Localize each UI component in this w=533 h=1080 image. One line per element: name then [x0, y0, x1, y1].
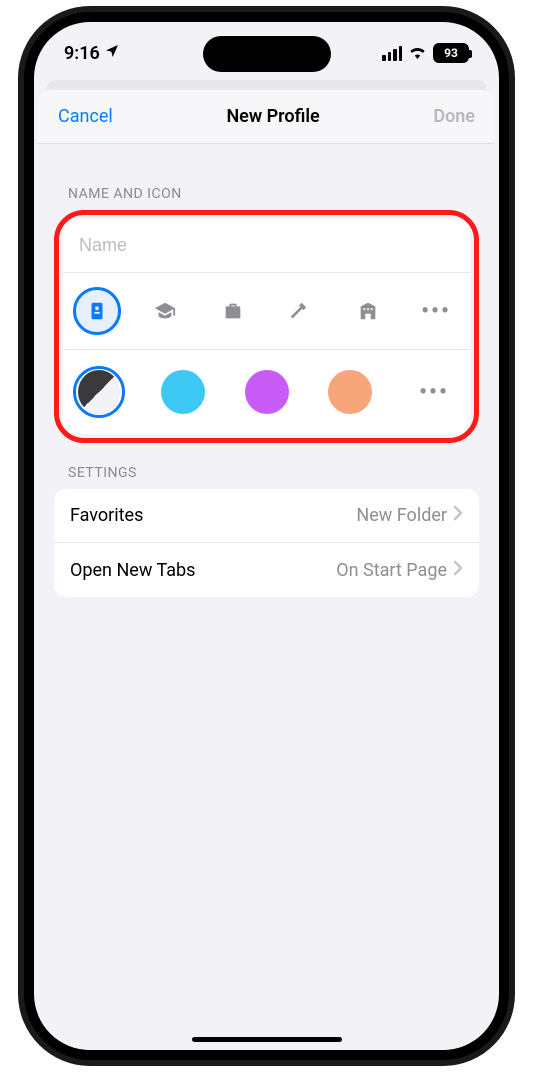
icon-option-building[interactable] [344, 287, 392, 335]
favorites-label: Favorites [70, 505, 143, 526]
section-header-name-icon: NAME AND ICON [54, 164, 479, 210]
location-icon [104, 43, 120, 64]
cellular-icon [382, 46, 402, 61]
color-option-blackwhite[interactable] [73, 366, 125, 418]
chevron-right-icon [453, 505, 463, 526]
annotation-highlight: ••• [54, 210, 479, 443]
sheet-backdrop [46, 80, 487, 90]
open-new-tabs-row[interactable]: Open New Tabs On Start Page [54, 543, 479, 597]
icon-option-hammer[interactable] [276, 287, 324, 335]
done-button[interactable]: Done [433, 106, 475, 127]
profile-name-input[interactable] [79, 235, 454, 256]
icon-more-button[interactable]: ••• [412, 287, 460, 335]
color-more-button[interactable]: ••• [408, 366, 460, 418]
battery-icon: 93 [433, 43, 469, 63]
favorites-row[interactable]: Favorites New Folder [54, 489, 479, 543]
wifi-icon [408, 43, 427, 64]
color-option-orange[interactable] [324, 366, 376, 418]
color-option-blue[interactable] [157, 366, 209, 418]
chevron-right-icon [453, 560, 463, 581]
icon-option-id-card[interactable] [73, 287, 121, 335]
icon-option-graduation-cap[interactable] [141, 287, 189, 335]
cancel-button[interactable]: Cancel [58, 106, 113, 127]
modal-sheet: Cancel New Profile Done NAME AND ICON [38, 90, 495, 1050]
icon-option-briefcase[interactable] [209, 287, 257, 335]
icon-picker-row: ••• [63, 273, 470, 350]
color-picker-row: ••• [63, 350, 470, 434]
color-option-purple[interactable] [241, 366, 293, 418]
status-time: 9:16 [64, 43, 100, 64]
nav-bar: Cancel New Profile Done [38, 90, 495, 144]
settings-card: Favorites New Folder Open New Tabs [54, 489, 479, 597]
dynamic-island [203, 36, 331, 72]
page-title: New Profile [226, 106, 319, 127]
name-icon-card: ••• [63, 219, 470, 434]
open-new-tabs-value: On Start Page [336, 560, 447, 581]
section-header-settings: SETTINGS [54, 443, 479, 489]
home-indicator[interactable] [192, 1037, 342, 1042]
favorites-value: New Folder [356, 505, 447, 526]
open-new-tabs-label: Open New Tabs [70, 560, 195, 581]
